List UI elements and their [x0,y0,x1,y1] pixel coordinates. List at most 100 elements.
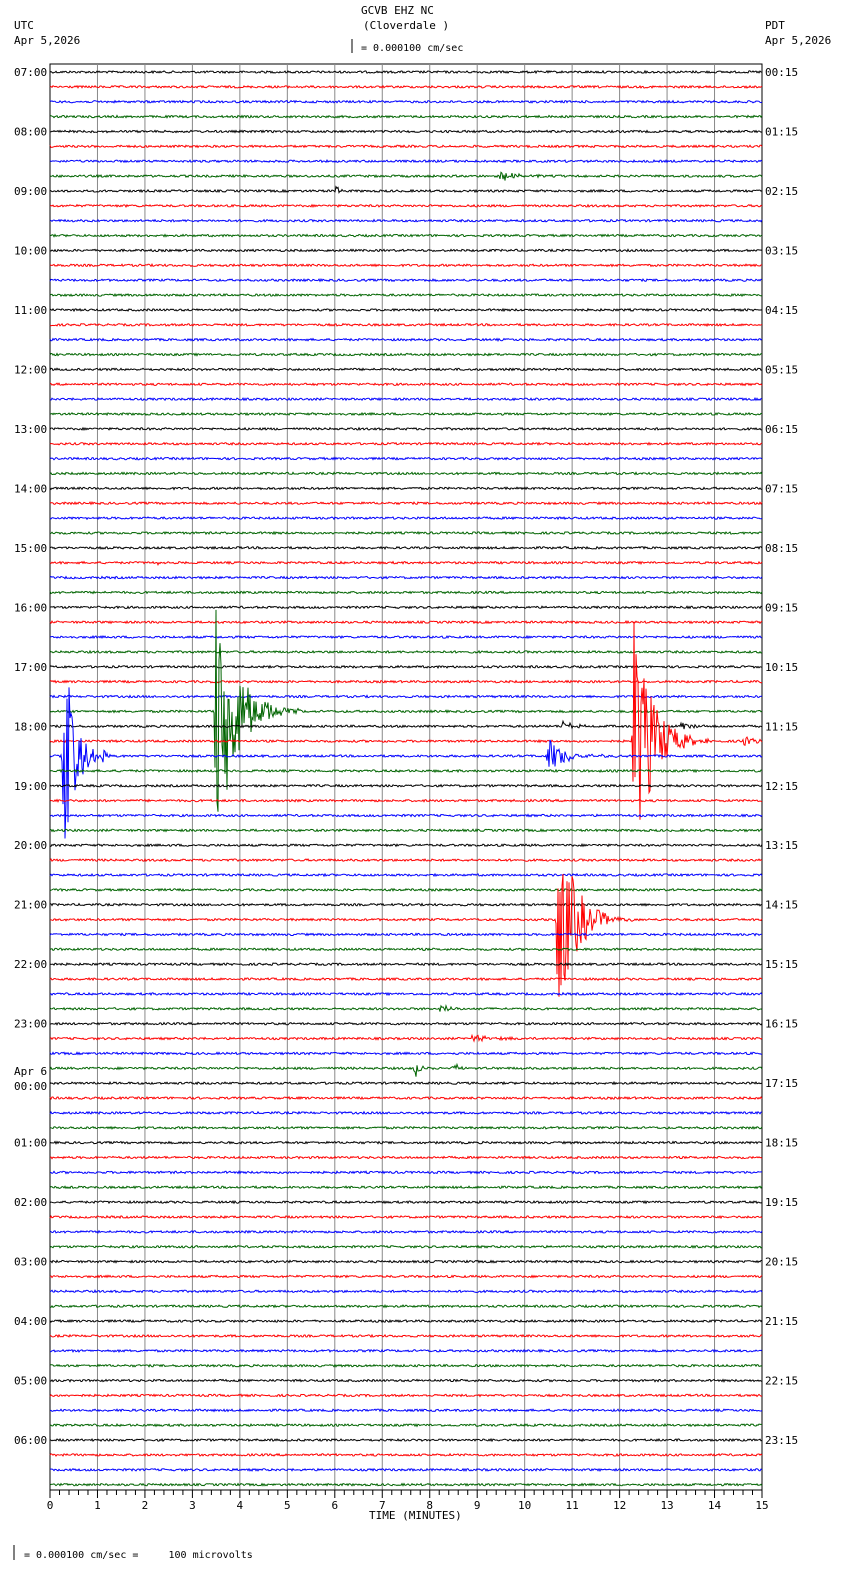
right-hour-label: 08:15 [765,542,798,555]
seismic-trace [49,322,763,327]
seismic-trace [49,69,763,75]
seismic-trace [49,426,762,431]
seismic-trace [49,575,763,580]
seismic-trace [49,719,763,730]
seismogram-canvas: 07:00 08:00 09:00 10:00 11:00 12:00 13:00 14:00… [13,39,798,1560]
seismic-trace [49,144,763,149]
seismic-trace [49,486,763,491]
seismic-trace [50,605,763,610]
x-tick-label: 0 [47,1499,54,1512]
x-tick-label: 10 [518,1499,531,1512]
right-hour-label: 10:15 [765,661,798,674]
seismic-trace [49,84,763,90]
seismic-trace [49,1274,763,1279]
right-hour-label: 00:15 [765,66,798,79]
left-hour-label: 20:00 [14,839,47,852]
seismic-trace [49,649,763,655]
right-hour-label: 02:15 [765,185,798,198]
x-tick-label: 2 [142,1499,149,1512]
seismic-trace [49,185,763,194]
seismic-trace [49,590,763,595]
x-tick-label: 8 [426,1499,433,1512]
left-hour-label: 06:00 [14,1434,47,1447]
right-hour-label: 23:15 [765,1434,798,1447]
seismic-trace [49,1155,763,1160]
seismic-trace [49,1378,763,1383]
seismic-trace [49,248,763,253]
seismic-trace [49,1408,763,1413]
seismic-trace [49,1140,762,1145]
x-tick-label: 13 [660,1499,673,1512]
seismic-trace [49,1080,763,1086]
seismic-trace [49,947,763,952]
left-hour-label: 11:00 [14,304,47,317]
right-hour-label: 05:15 [765,363,798,376]
helicorder-plot: GCVB EHZ NC (Cloverdale ) UTC Apr 5,2026… [0,0,850,1584]
seismic-trace [49,545,763,550]
seismic-trace [49,664,763,669]
left-hour-label: 00:00 [14,1080,47,1093]
right-hour-label: 06:15 [765,423,798,436]
seismic-trace [49,1452,763,1458]
seismic-trace [49,292,763,298]
seismic-trace [49,1125,763,1130]
left-hour-label: 04:00 [14,1315,47,1328]
right-hour-label: 20:15 [765,1256,798,1269]
seismic-trace [49,1437,763,1443]
seismic-trace [49,1333,763,1339]
left-hour-label: 10:00 [14,244,47,257]
right-hour-label: 04:15 [765,304,798,317]
seismic-trace [49,962,763,967]
seismic-trace [49,694,763,699]
left-hour-label: 09:00 [14,185,47,198]
right-hour-label: 21:15 [765,1315,798,1328]
left-hour-label: 18:00 [14,720,47,733]
seismic-trace [49,1110,763,1115]
seismic-trace [49,828,763,833]
right-hour-label: 18:15 [765,1137,798,1150]
left-hour-label: 15:00 [14,542,47,555]
seismic-trace [49,337,763,342]
left-date-label: Apr 6 [14,1065,47,1078]
seismic-trace [49,277,763,283]
seismic-trace [49,203,763,209]
left-hour-label: 17:00 [14,661,47,674]
left-hour-label: 14:00 [14,482,47,495]
x-tick-label: 6 [331,1499,338,1512]
seismic-trace [49,1422,762,1428]
right-hour-label: 14:15 [765,899,798,912]
seismic-trace [49,456,763,461]
seismic-trace [49,798,763,803]
seismic-trace [49,1199,763,1205]
x-tick-label: 3 [189,1499,196,1512]
seismic-trace [49,500,763,506]
seismic-trace [49,932,762,937]
left-hour-label: 05:00 [14,1375,47,1388]
seismic-trace [49,367,763,372]
seismic-trace [49,1062,763,1077]
left-hour-label: 16:00 [14,601,47,614]
seismic-trace [49,516,763,521]
seismic-trace [49,530,763,536]
seismic-trace [49,411,763,417]
seismic-trace [49,1348,763,1354]
left-hour-label: 12:00 [14,363,47,376]
right-hour-label: 11:15 [765,720,798,733]
seismic-trace [49,976,763,982]
right-hour-label: 15:15 [765,958,798,971]
left-hour-label: 01:00 [14,1137,47,1150]
seismic-trace [49,679,763,684]
seismic-trace [49,171,763,181]
left-hour-label: 02:00 [14,1196,47,1209]
left-hour-label: 21:00 [14,899,47,912]
left-hour-label: 13:00 [14,423,47,436]
seismic-trace [49,783,763,788]
seismic-trace [49,843,763,848]
left-hour-label: 23:00 [14,1018,47,1031]
right-hour-label: 13:15 [765,839,798,852]
seismic-trace [49,1318,763,1324]
seismic-trace [50,1170,762,1175]
x-tick-label: 12 [613,1499,626,1512]
right-hour-label: 22:15 [765,1375,798,1388]
seismic-trace [49,382,763,387]
